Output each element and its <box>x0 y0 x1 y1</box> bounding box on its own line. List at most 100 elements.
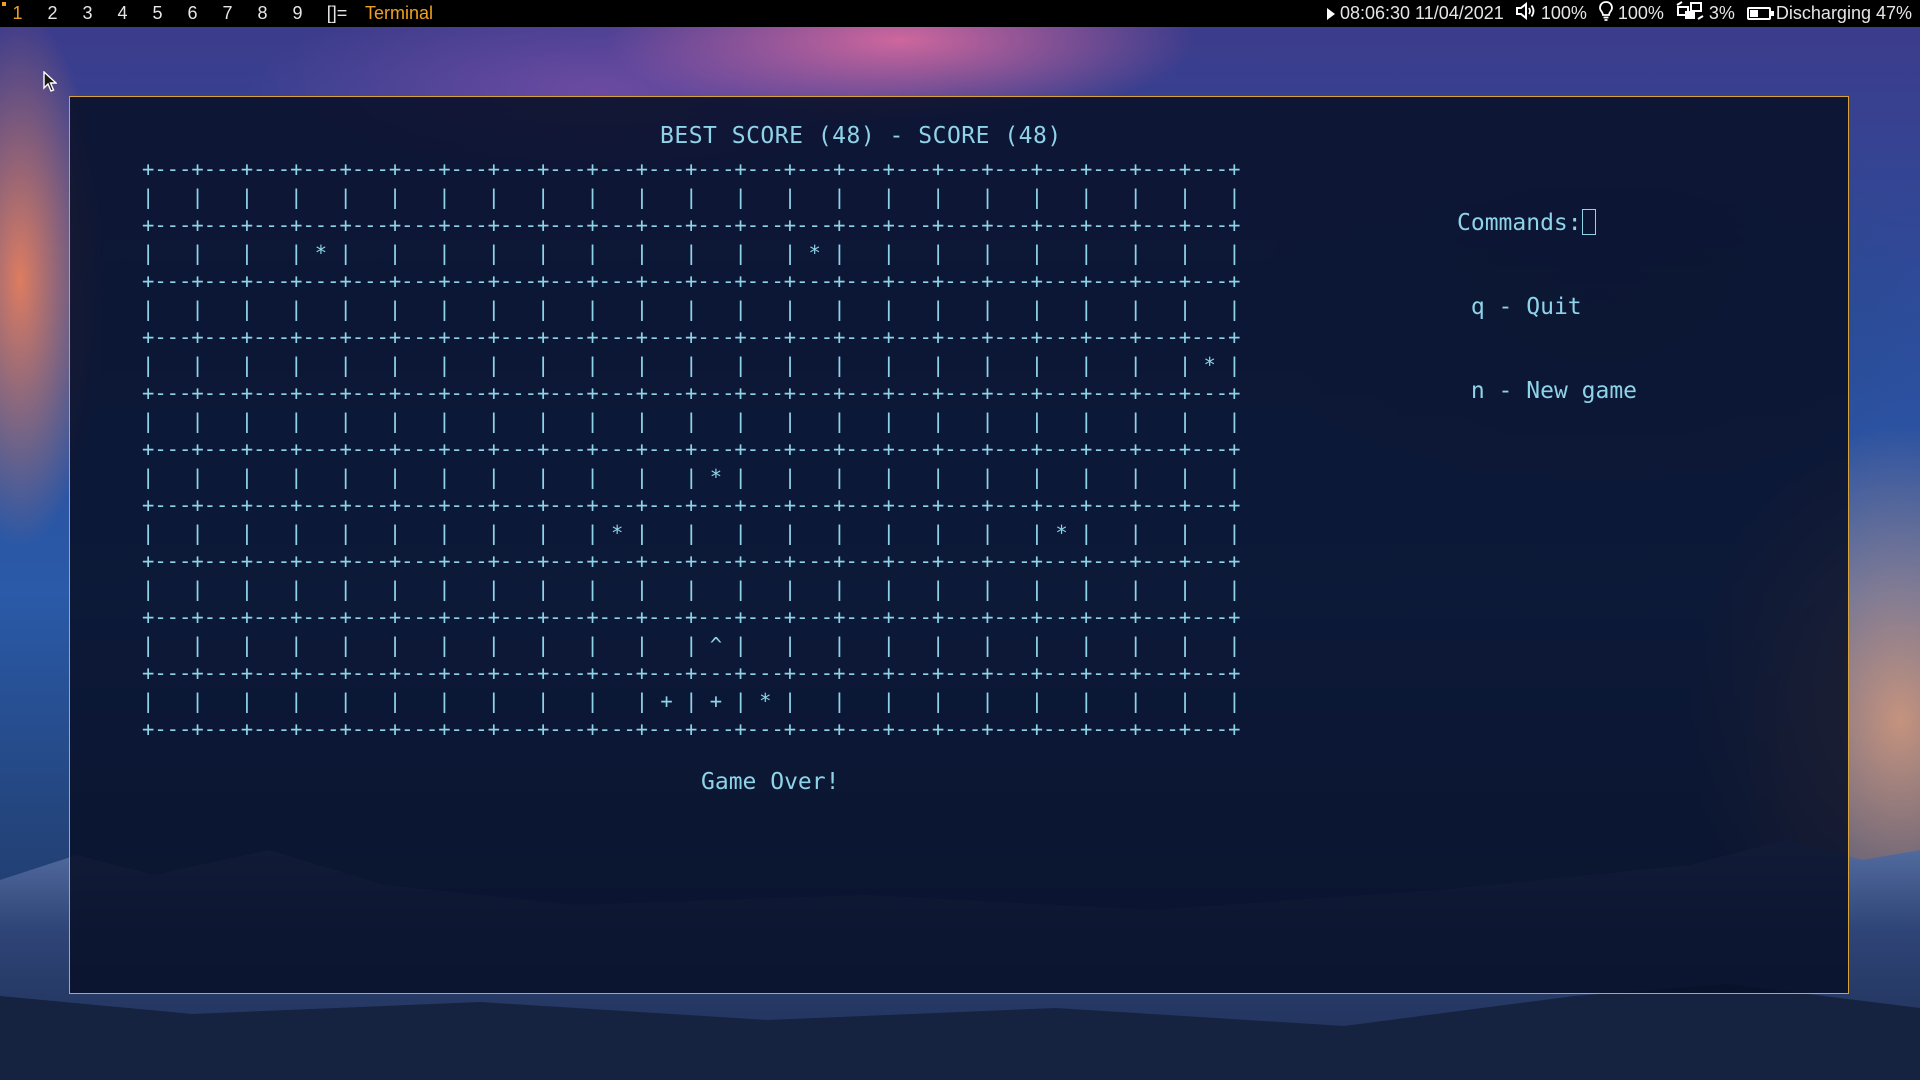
board-cell <box>302 409 339 433</box>
board-separator: +---+---+---+---+---+---+---+---+---+---… <box>142 493 1241 517</box>
board-cell <box>1043 297 1080 321</box>
board-cell <box>1142 689 1179 713</box>
command-new-game-text: n - New game <box>1470 378 1638 404</box>
board-cell <box>1092 633 1129 657</box>
workspace-2[interactable]: 2 <box>35 0 70 27</box>
board-cell <box>549 409 586 433</box>
board-cell <box>599 185 636 209</box>
board-cell <box>204 689 241 713</box>
board-cell <box>846 521 883 545</box>
board-cell <box>846 689 883 713</box>
board-cell <box>500 465 537 489</box>
workspace-4[interactable]: 4 <box>105 0 140 27</box>
mouse-pointer-icon <box>43 71 57 92</box>
board-cell <box>1043 409 1080 433</box>
board-cell <box>253 353 290 377</box>
workspace-5[interactable]: 5 <box>140 0 175 27</box>
board-cell <box>253 409 290 433</box>
board-cell <box>1043 689 1080 713</box>
board-cell <box>253 241 290 265</box>
board-cell <box>747 521 784 545</box>
board-cell <box>500 521 537 545</box>
brightness-segment[interactable]: 100% <box>1598 1 1664 26</box>
board-cell <box>1142 577 1179 601</box>
board-cell <box>697 577 734 601</box>
board-cell <box>451 633 488 657</box>
workspace-label: 2 <box>47 3 58 23</box>
board-cell <box>1191 521 1228 545</box>
board-cell <box>549 577 586 601</box>
board-cell <box>846 353 883 377</box>
board-cell <box>944 521 981 545</box>
board-cell <box>895 297 932 321</box>
command-quit-text: q - Quit <box>1470 294 1582 320</box>
board-cell <box>599 241 636 265</box>
board-cell <box>1092 577 1129 601</box>
board-cell <box>549 353 586 377</box>
board-cell <box>352 297 389 321</box>
board-cell <box>204 577 241 601</box>
board-cell <box>154 409 191 433</box>
layout-indicator[interactable]: []= <box>319 3 355 24</box>
board-cell <box>944 241 981 265</box>
board-cell <box>154 689 191 713</box>
board-cell <box>747 633 784 657</box>
board-cell <box>1092 353 1129 377</box>
board-cell <box>253 465 290 489</box>
command-new-game: n - New game <box>1457 377 1637 405</box>
board-cell <box>204 297 241 321</box>
board-cell <box>401 185 438 209</box>
board-cell <box>1191 185 1228 209</box>
board-cell <box>302 577 339 601</box>
datetime-text: 08:06:30 11/04/2021 <box>1339 3 1504 23</box>
lightbulb-icon <box>1598 1 1613 26</box>
board-row: | | | | | | | | | | | | | | | | | | | | … <box>142 353 1241 377</box>
board-cell <box>302 465 339 489</box>
board-cell <box>895 409 932 433</box>
board-cell <box>253 521 290 545</box>
board-cell <box>401 577 438 601</box>
workspace-9[interactable]: 9 <box>280 0 315 27</box>
board-cell <box>500 353 537 377</box>
board-cell <box>401 633 438 657</box>
board-cell <box>1043 241 1080 265</box>
workspace-label: 9 <box>292 3 303 23</box>
board-cell <box>697 297 734 321</box>
board-cell <box>846 577 883 601</box>
workspace-1[interactable]: 1 <box>0 0 35 27</box>
board-cell <box>451 465 488 489</box>
board-cell <box>895 633 932 657</box>
board-cell <box>154 577 191 601</box>
board-cell <box>648 577 685 601</box>
board-cell <box>500 297 537 321</box>
board-cell <box>451 521 488 545</box>
board-cell-food: * <box>697 465 735 489</box>
volume-segment[interactable]: 100% <box>1515 1 1587 25</box>
board-cell <box>944 577 981 601</box>
workspace-3[interactable]: 3 <box>70 0 105 27</box>
game-board: +---+---+---+---+---+---+---+---+---+---… <box>142 155 1241 743</box>
board-cell <box>648 465 685 489</box>
board-cell <box>401 465 438 489</box>
board-cell <box>1092 521 1129 545</box>
workspace-6[interactable]: 6 <box>175 0 210 27</box>
board-cell <box>994 353 1031 377</box>
board-cell <box>302 297 339 321</box>
board-cell <box>994 185 1031 209</box>
workspace-7[interactable]: 7 <box>210 0 245 27</box>
board-cell-food: * <box>302 241 340 265</box>
terminal-window[interactable]: BEST SCORE (48) - SCORE (48) +---+---+--… <box>69 96 1849 994</box>
board-cell <box>994 633 1031 657</box>
workspace-8[interactable]: 8 <box>245 0 280 27</box>
board-cell <box>895 689 932 713</box>
board-cell <box>1142 409 1179 433</box>
workspace-label: 7 <box>222 3 233 23</box>
battery-text: Discharging 47% <box>1775 3 1912 23</box>
board-cell <box>352 409 389 433</box>
board-cell <box>302 353 339 377</box>
board-cell <box>1142 521 1179 545</box>
board-cell <box>549 185 586 209</box>
board-cell <box>154 241 191 265</box>
board-separator: +---+---+---+---+---+---+---+---+---+---… <box>142 549 1241 573</box>
board-cell <box>1142 353 1179 377</box>
